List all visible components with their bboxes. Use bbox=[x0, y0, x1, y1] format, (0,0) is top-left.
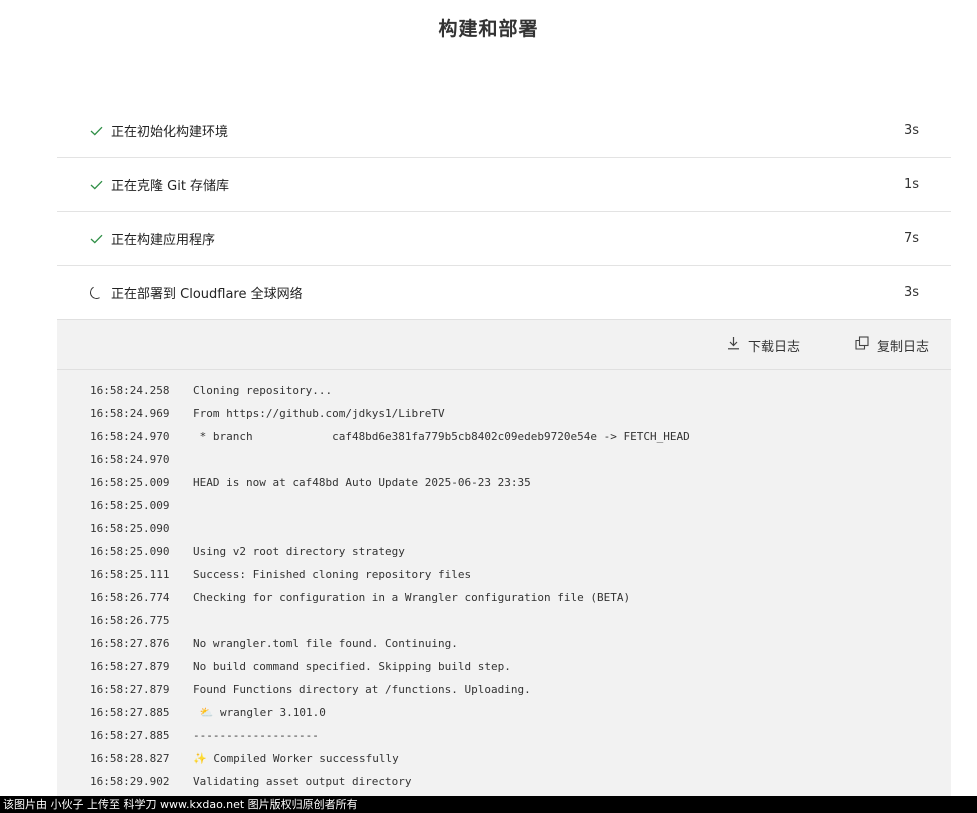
log-message: ⛅️ wrangler 3.101.0 bbox=[193, 706, 326, 719]
log-panel[interactable]: 下载日志 复制日志 16:58:24.258 Cloning repository… bbox=[57, 320, 951, 800]
log-toolbar: 下载日志 复制日志 bbox=[57, 320, 951, 370]
log-message: HEAD is now at caf48bd Auto Update 2025-… bbox=[193, 476, 531, 489]
log-line: 16:58:26.774 Checking for configuration i… bbox=[90, 591, 690, 614]
log-timestamp: 16:58:25.009 bbox=[90, 499, 170, 512]
log-line: 16:58:25.111 Success: Finished cloning re… bbox=[90, 568, 690, 591]
watermark-banner: 该图片由 小伙子 上传至 科学刀 www.kxdao.net 图片版权归原创者所… bbox=[0, 796, 977, 813]
log-message: Checking for configuration in a Wrangler… bbox=[193, 591, 631, 604]
log-line: 16:58:27.885 ------------------- bbox=[90, 729, 690, 752]
copy-log-label: 复制日志 bbox=[877, 339, 930, 355]
page-title: 构建和部署 bbox=[438, 18, 539, 40]
check-icon bbox=[89, 178, 103, 192]
log-message: ✨ Compiled Worker successfully bbox=[193, 752, 399, 765]
log-line: 16:58:28.827 ✨ Compiled Worker successful… bbox=[90, 752, 690, 775]
step-label: 正在部署到 Cloudflare 全球网络 bbox=[111, 287, 303, 302]
log-line: 16:58:27.879 Found Functions directory at… bbox=[90, 683, 690, 706]
download-icon bbox=[727, 336, 740, 354]
log-timestamp: 16:58:27.885 bbox=[90, 706, 170, 719]
step-build-app[interactable]: 正在构建应用程序 7s bbox=[57, 212, 951, 266]
step-duration: 3s bbox=[903, 123, 919, 138]
log-line: 16:58:27.885 ⛅️ wrangler 3.101.0 bbox=[90, 706, 690, 729]
log-timestamp: 16:58:25.090 bbox=[90, 522, 170, 535]
build-deploy-page: 构建和部署 正在初始化构建环境 3s 正在克隆 Git 存储库 1s 正在构建应… bbox=[0, 0, 977, 813]
log-message: Success: Finished cloning repository fil… bbox=[193, 568, 472, 581]
log-line: 16:58:26.775 bbox=[90, 614, 690, 637]
log-timestamp: 16:58:26.775 bbox=[90, 614, 170, 627]
log-message: Using v2 root directory strategy bbox=[193, 545, 405, 558]
log-line: 16:58:25.009 HEAD is now at caf48bd Auto … bbox=[90, 476, 690, 499]
copy-icon bbox=[855, 336, 869, 354]
log-line: 16:58:27.876 No wrangler.toml file found.… bbox=[90, 637, 690, 660]
log-timestamp: 16:58:25.009 bbox=[90, 476, 170, 489]
log-line: 16:58:29.902 Validating asset output dire… bbox=[90, 775, 690, 798]
log-timestamp: 16:58:24.258 bbox=[90, 384, 170, 397]
log-line: 16:58:24.969 From https://github.com/jdky… bbox=[90, 407, 690, 430]
spinner-icon bbox=[88, 284, 104, 301]
log-timestamp: 16:58:28.827 bbox=[90, 752, 170, 765]
log-timestamp: 16:58:27.876 bbox=[90, 637, 170, 650]
log-line: 16:58:24.970 bbox=[90, 453, 690, 476]
log-message: From https://github.com/jdkys1/LibreTV bbox=[193, 407, 445, 420]
download-log-button[interactable]: 下载日志 bbox=[727, 320, 800, 370]
step-duration: 3s bbox=[903, 285, 919, 300]
log-line: 16:58:24.258 Cloning repository... bbox=[90, 384, 690, 407]
log-timestamp: 16:58:27.885 bbox=[90, 729, 170, 742]
check-icon bbox=[89, 232, 103, 246]
log-timestamp: 16:58:29.902 bbox=[90, 775, 170, 788]
step-label: 正在初始化构建环境 bbox=[111, 125, 229, 140]
log-line: 16:58:25.090 Using v2 root directory stra… bbox=[90, 545, 690, 568]
step-deploy-cloudflare[interactable]: 正在部署到 Cloudflare 全球网络 3s bbox=[57, 266, 951, 320]
log-message: * branch caf48bd6e381fa779b5cb8402c09ede… bbox=[193, 430, 690, 443]
step-duration: 1s bbox=[903, 177, 919, 192]
check-icon bbox=[89, 124, 103, 138]
log-line: 16:58:25.009 bbox=[90, 499, 690, 522]
step-clone-git[interactable]: 正在克隆 Git 存储库 1s bbox=[57, 158, 951, 212]
log-timestamp: 16:58:25.111 bbox=[90, 568, 170, 581]
log-line: 16:58:24.970 * branch caf48bd6e381fa779b… bbox=[90, 430, 690, 453]
log-timestamp: 16:58:27.879 bbox=[90, 660, 170, 673]
step-duration: 7s bbox=[903, 231, 919, 246]
log-output: 16:58:24.258 Cloning repository... 16:58:… bbox=[90, 384, 690, 798]
log-timestamp: 16:58:24.969 bbox=[90, 407, 170, 420]
copy-log-button[interactable]: 复制日志 bbox=[855, 320, 929, 370]
log-message: Validating asset output directory bbox=[193, 775, 412, 788]
step-label: 正在构建应用程序 bbox=[111, 233, 216, 248]
log-message: No build command specified. Skipping bui… bbox=[193, 660, 511, 673]
log-timestamp: 16:58:24.970 bbox=[90, 430, 170, 443]
step-label: 正在克隆 Git 存储库 bbox=[111, 179, 230, 194]
log-timestamp: 16:58:25.090 bbox=[90, 545, 170, 558]
log-message: Found Functions directory at /functions.… bbox=[193, 683, 531, 696]
download-log-label: 下载日志 bbox=[748, 339, 801, 355]
build-steps-list: 正在初始化构建环境 3s 正在克隆 Git 存储库 1s 正在构建应用程序 7s… bbox=[57, 104, 951, 320]
log-timestamp: 16:58:26.774 bbox=[90, 591, 170, 604]
log-timestamp: 16:58:24.970 bbox=[90, 453, 170, 466]
log-message: No wrangler.toml file found. Continuing. bbox=[193, 637, 458, 650]
step-init-environment[interactable]: 正在初始化构建环境 3s bbox=[57, 104, 951, 158]
log-line: 16:58:25.090 bbox=[90, 522, 690, 545]
log-message: ------------------- bbox=[193, 729, 319, 742]
log-message: Cloning repository... bbox=[193, 384, 333, 397]
log-timestamp: 16:58:27.879 bbox=[90, 683, 170, 696]
log-line: 16:58:27.879 No build command specified. … bbox=[90, 660, 690, 683]
